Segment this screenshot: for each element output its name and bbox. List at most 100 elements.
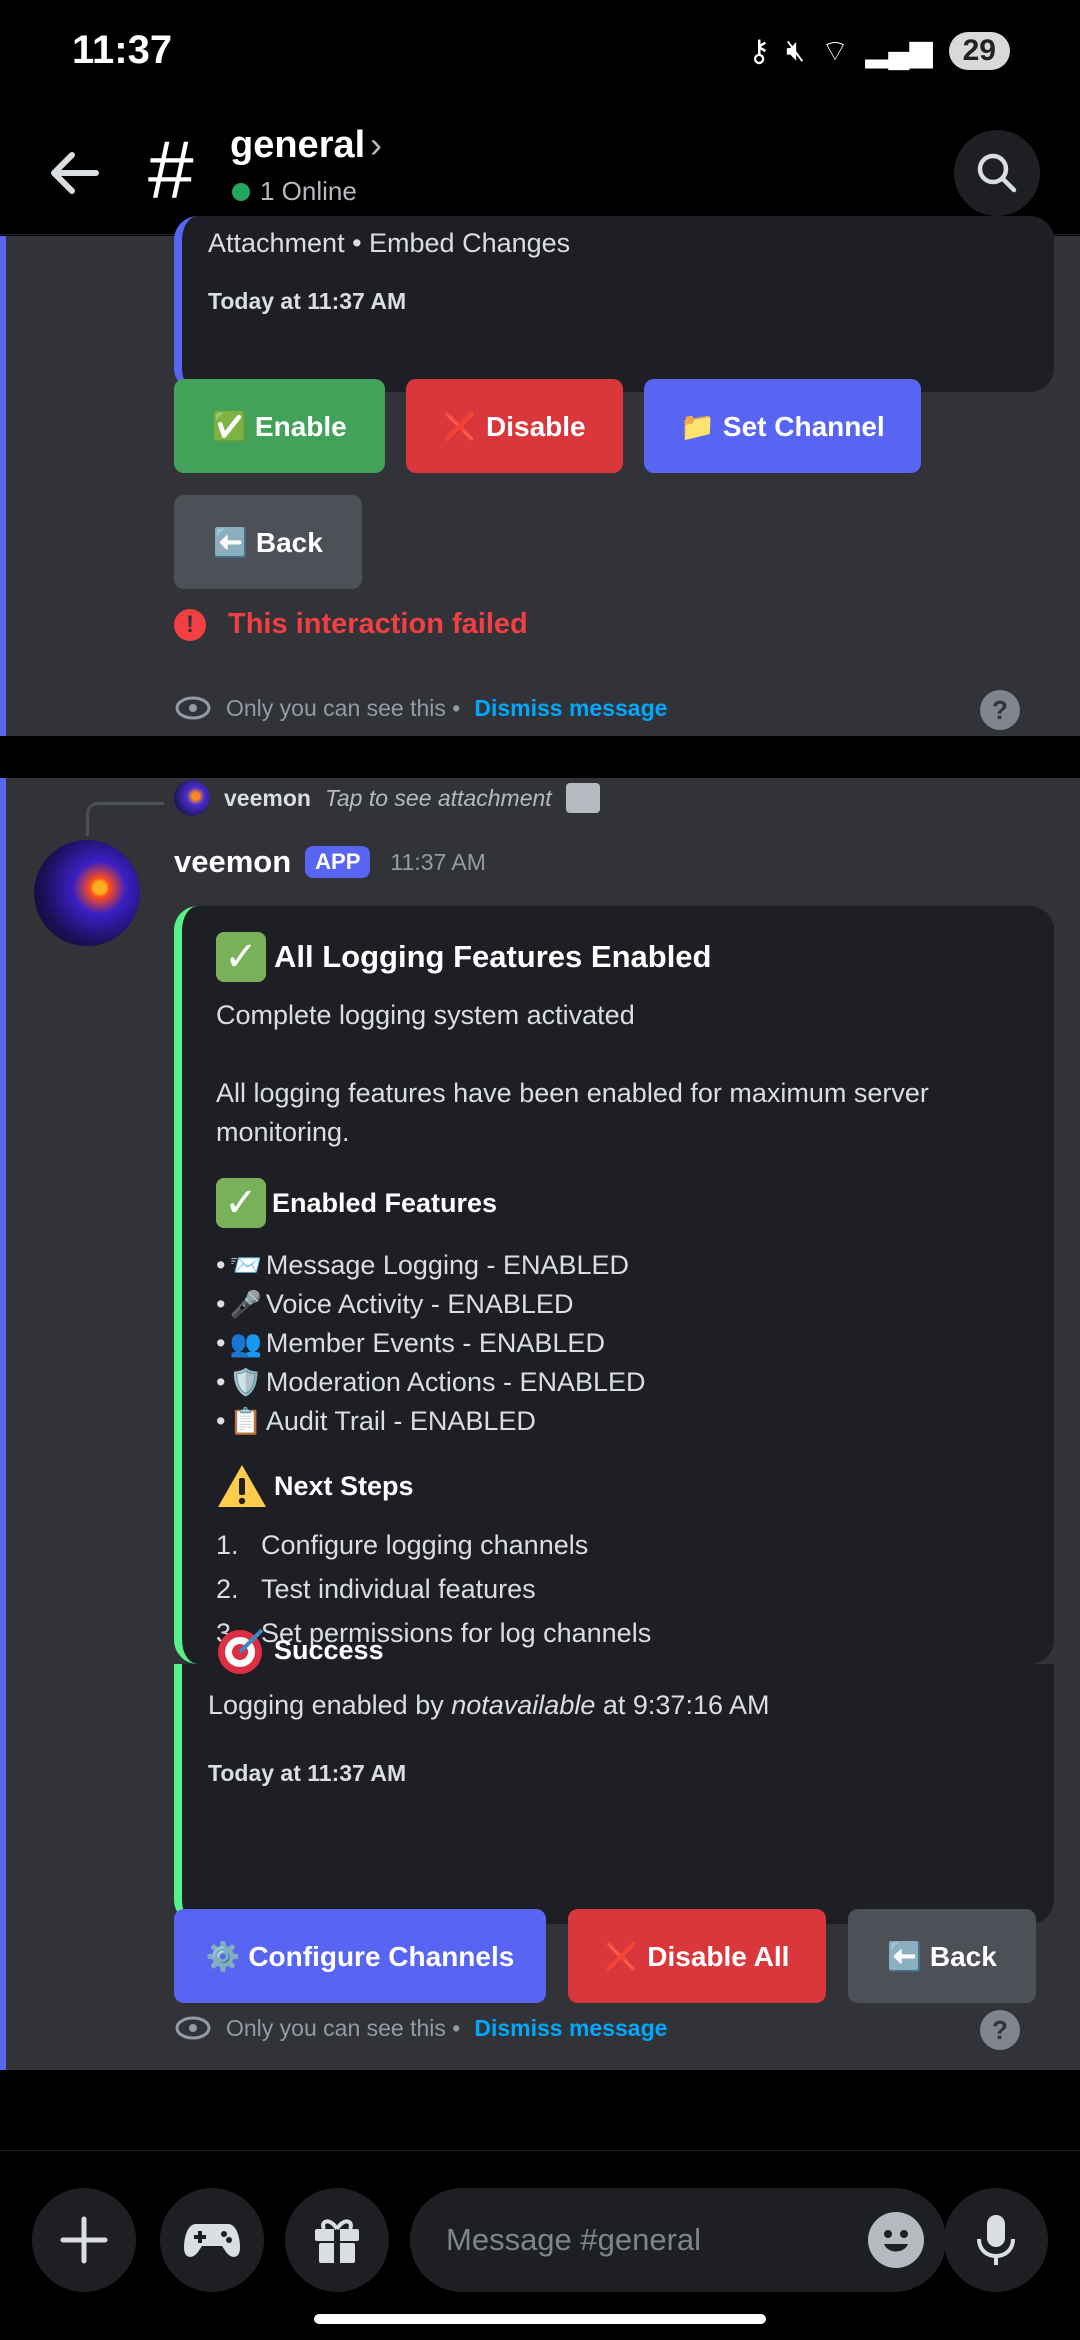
channel-name[interactable]: general [230,124,365,167]
feature-text: Voice Activity - ENABLED [265,1289,574,1319]
step-text: Configure logging channels [261,1530,589,1560]
reply-reference[interactable]: veemon Tap to see attachment [174,780,600,816]
success-title: Success [274,1634,384,1665]
voice-message-button[interactable] [944,2188,1048,2292]
feature-item: • 🎤 Voice Activity - ENABLED [216,1289,574,1319]
battery-indicator: 29 [948,32,1010,70]
gift-button[interactable] [285,2188,389,2292]
embed-paragraph: All logging features have been enabled f… [216,1078,929,1147]
disable-button[interactable]: ❌ Disable [406,379,623,473]
channel-hash-icon: # [148,125,194,216]
reply-spine [86,802,164,836]
reply-text: Tap to see attachment [324,784,552,811]
emoji-icon[interactable] [868,2212,924,2268]
mute-icon: 🔇︎ [786,34,806,67]
status-icons: ⚷ 🔇︎ ⌔ ▂▄▆ 29 [748,32,1010,70]
back-button[interactable]: ⬅️ Back [848,1909,1036,2003]
search-button[interactable] [954,130,1040,216]
plus-icon [60,2216,108,2264]
embed-timestamp: Today at 11:37 AM [208,1760,407,1786]
only-you-text: Only you can see this • [226,694,461,721]
check-icon: ✓ [216,932,266,982]
target-icon [218,1628,264,1674]
feature-item: • 📋 Audit Trail - ENABLED [216,1406,536,1436]
feature-text: Audit Trail - ENABLED [265,1406,536,1436]
step-item: 1. Configure logging channels [216,1530,589,1560]
warning-icon [218,1465,266,1507]
embed-2: ✓ All Logging Features Enabled Complete … [174,906,1054,1664]
message-input-wrapper [410,2188,946,2292]
search-icon [977,153,1017,193]
image-icon [565,783,600,813]
success-prefix: Logging enabled by [208,1690,444,1720]
composer-divider [0,2150,1080,2151]
activities-button[interactable] [160,2188,264,2292]
embed-1: Attachment • Embed Changes Today at 11:3… [174,216,1054,392]
next-steps-title: Next Steps [274,1470,414,1501]
ephemeral-notice: Only you can see this • Dismiss message [174,2014,667,2042]
embed-title: All Logging Features Enabled [274,939,712,974]
embed-timestamp: Today at 11:37 AM [208,288,407,314]
embed-text: Attachment • Embed Changes [208,228,571,258]
message-input[interactable] [446,2222,826,2258]
back-arrow-icon[interactable] [40,138,110,208]
app-badge: APP [305,846,371,878]
pane-divider [0,736,1080,778]
add-attachment-button[interactable] [32,2188,136,2292]
online-count: 1 Online [260,176,357,206]
gift-icon [315,2219,359,2263]
configure-channels-button[interactable]: ⚙️ Configure Channels [174,1909,546,2003]
disable-all-button[interactable]: ❌ Disable All [568,1909,826,2003]
wifi-icon: ⌔ [821,35,850,68]
dismiss-message-link[interactable]: Dismiss message [474,695,667,722]
failed-text: This interaction failed [228,608,528,640]
embed-title-row: ✓ All Logging Features Enabled [216,932,711,982]
success-suffix: at 9:37:16 AM [602,1690,770,1720]
shield-icon: 🛡️ [229,1367,262,1397]
avatar[interactable] [34,840,140,946]
next-steps-title-row: Next Steps [216,1462,414,1510]
ephemeral-notice: Only you can see this • Dismiss message [174,694,667,722]
features-title: Enabled Features [272,1187,498,1218]
only-you-text: Only you can see this • [226,2014,461,2041]
message-pane-1: Attachment • Embed Changes Today at 11:3… [0,216,1080,736]
online-dot-icon [232,182,250,201]
members-icon: 👥 [229,1328,262,1358]
check-icon: ✓ [216,1178,266,1228]
feature-item: • 👥 Member Events - ENABLED [216,1328,605,1358]
help-icon[interactable]: ? [980,2010,1020,2050]
chevron-right-icon[interactable]: › [370,124,382,166]
reply-avatar [174,780,210,816]
set-channel-button[interactable]: 📁 Set Channel [644,379,921,473]
embed-2-footer: Success Logging enabled by notavailable … [174,1628,1054,1924]
author-name[interactable]: veemon [174,844,291,880]
dismiss-message-link[interactable]: Dismiss message [474,2015,667,2042]
microphone-icon: 🎤 [229,1289,262,1319]
success-title-row: Success [216,1624,384,1676]
error-icon: ! [174,608,206,641]
step-item: 2. Test individual features [216,1574,536,1604]
help-icon[interactable]: ? [980,690,1020,730]
microphone-icon [977,2215,1015,2265]
status-time: 11:37 [72,28,173,72]
enable-button[interactable]: ✅ Enable [174,379,385,473]
eye-icon [175,696,211,720]
interaction-failed: ! This interaction failed [174,608,528,641]
signal-icon: ▂▄▆ [865,34,933,68]
clipboard-icon: 📋 [229,1406,262,1436]
online-status: 1 Online [232,176,357,207]
message-pane-2: veemon Tap to see attachment veemon APP … [0,778,1080,2070]
feature-text: Moderation Actions - ENABLED [265,1367,646,1397]
key-icon: ⚷ [748,34,771,68]
feature-text: Member Events - ENABLED [265,1328,605,1358]
home-indicator[interactable] [314,2314,766,2324]
feature-item: • 🛡️ Moderation Actions - ENABLED [216,1367,646,1397]
reply-author: veemon [224,784,311,811]
gamepad-icon [184,2224,240,2257]
success-user: notavailable [451,1690,596,1720]
success-line: Logging enabled by notavailable at 9:37:… [208,1690,770,1721]
step-text: Test individual features [261,1574,536,1604]
feature-item: • 📨 Message Logging - ENABLED [216,1250,630,1280]
eye-icon [175,2016,211,2040]
back-button[interactable]: ⬅️ Back [174,495,362,589]
